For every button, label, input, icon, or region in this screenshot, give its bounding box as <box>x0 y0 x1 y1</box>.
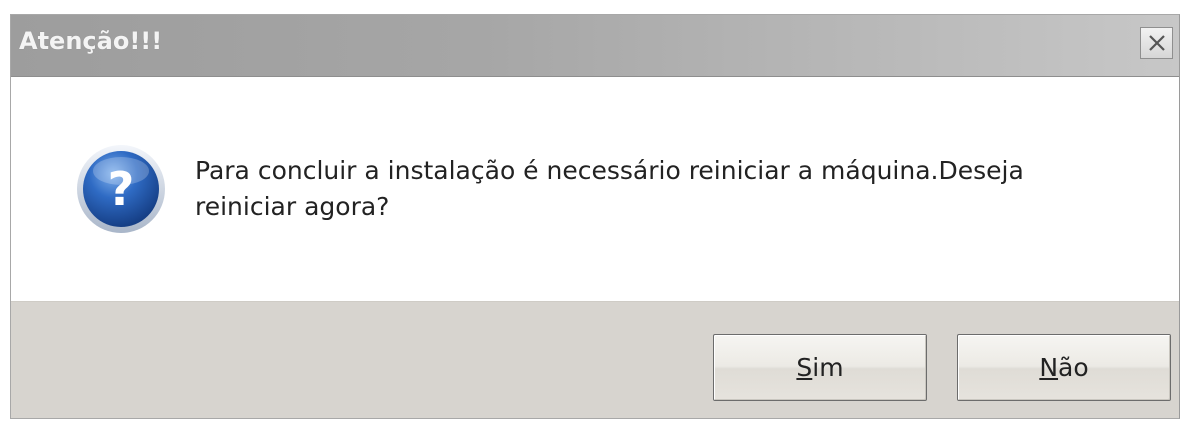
message-line-2: reiniciar agora? <box>195 192 390 221</box>
no-button[interactable]: Não <box>957 334 1171 401</box>
question-icon: ? <box>77 145 165 233</box>
close-icon <box>1148 35 1165 51</box>
yes-button-label: im <box>812 353 844 382</box>
no-button-accelerator: N <box>1039 353 1059 382</box>
yes-button[interactable]: Sim <box>713 334 927 401</box>
button-bar: Sim Não <box>11 301 1179 418</box>
no-button-label: ão <box>1058 353 1089 382</box>
close-button[interactable] <box>1140 27 1173 59</box>
dialog-content: ? Para concluir a instalação é necessári… <box>11 77 1179 301</box>
yes-button-accelerator: S <box>796 353 813 382</box>
title-bar[interactable]: Atenção!!! <box>11 15 1179 77</box>
message-line-1: Para concluir a instalação é necessário … <box>195 156 1024 185</box>
message-dialog: Atenção!!! ? Para concluir a instalação … <box>10 14 1180 419</box>
dialog-message: Para concluir a instalação é necessário … <box>195 153 1155 225</box>
dialog-title: Atenção!!! <box>19 27 163 55</box>
svg-text:?: ? <box>108 162 135 216</box>
